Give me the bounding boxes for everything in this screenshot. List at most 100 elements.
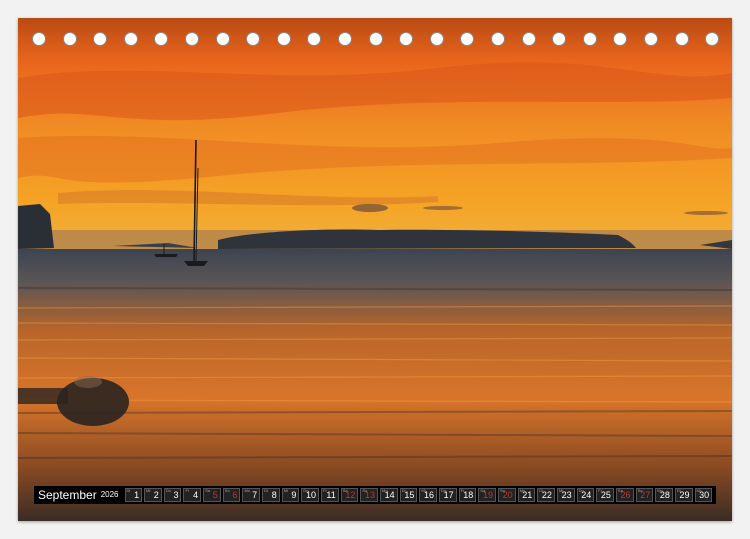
binding-hole	[368, 32, 383, 46]
binding-hole	[62, 32, 77, 46]
day-cell: Di 22	[537, 488, 555, 502]
weekday-label: Di	[401, 488, 406, 493]
weekday-label: Di	[126, 488, 131, 493]
day-cell: So 13	[360, 488, 379, 502]
weekday-label: So	[499, 488, 505, 493]
day-cell: Mo 14	[380, 488, 398, 502]
day-number: 6	[232, 490, 238, 500]
day-cell: Fr 11	[321, 488, 339, 502]
ring-binding-holes	[18, 32, 732, 48]
weekday-label: Sa	[617, 488, 623, 493]
day-number: 3	[173, 490, 179, 500]
binding-hole	[460, 32, 475, 46]
day-number: 22	[541, 490, 552, 500]
day-cell: Fr 25	[596, 488, 614, 502]
binding-hole	[644, 32, 658, 46]
day-cell: So 6	[222, 488, 241, 502]
day-number: 15	[404, 490, 415, 500]
day-cell: Do 10	[301, 488, 320, 502]
weekday-label: Di	[264, 488, 268, 493]
binding-hole	[429, 32, 444, 46]
day-number: 5	[212, 490, 218, 500]
binding-hole	[276, 32, 291, 46]
year-label: 2026	[100, 490, 119, 499]
weekday-label: Sa	[205, 488, 211, 493]
day-number: 8	[271, 490, 277, 500]
binding-hole	[582, 32, 597, 46]
day-cell: Do 17	[439, 488, 457, 502]
weekday-label: Do	[165, 488, 171, 493]
binding-hole	[521, 32, 536, 46]
day-cell: Mi 2	[144, 488, 162, 502]
binding-hole	[613, 32, 628, 46]
weekday-label: Do	[578, 488, 584, 493]
day-number: 18	[463, 490, 474, 500]
weekday-label: Fr	[460, 488, 465, 493]
day-number: 25	[600, 490, 611, 500]
binding-hole	[552, 32, 567, 46]
day-number: 4	[193, 490, 199, 500]
binding-hole	[32, 32, 46, 46]
day-cell: Mo 28	[655, 488, 673, 502]
day-cell: Sa 5	[203, 488, 221, 502]
weekday-label: Di	[676, 488, 681, 493]
binding-hole	[705, 32, 720, 46]
weekday-label: Mi	[146, 488, 151, 493]
weekday-label: Do	[303, 488, 309, 493]
day-cell: Di 29	[674, 488, 693, 502]
binding-hole	[123, 32, 138, 46]
weekday-label: Mo	[519, 488, 526, 493]
weekday-label: Mo	[244, 488, 250, 493]
binding-hole	[215, 32, 230, 46]
sunset-photo	[18, 18, 732, 521]
day-cell: Mi 30	[694, 488, 713, 502]
day-number: 7	[252, 490, 258, 500]
day-number: 29	[679, 490, 690, 500]
day-cell: Di 1	[124, 488, 143, 502]
binding-hole	[674, 32, 689, 46]
binding-hole	[338, 32, 352, 46]
day-cell: Mi 23	[556, 488, 575, 502]
weekday-label: So	[362, 488, 368, 493]
binding-hole	[93, 32, 108, 46]
day-number: 11	[326, 490, 336, 500]
binding-hole	[246, 32, 261, 46]
day-cell: Sa 12	[340, 488, 359, 502]
weekday-label: Fr	[323, 488, 327, 493]
day-cell: Sa 26	[615, 488, 634, 502]
day-cell: So 27	[635, 488, 654, 502]
weekday-label: Di	[539, 488, 544, 493]
day-cell: Sa 19	[478, 488, 496, 502]
weekday-label: So	[224, 488, 230, 493]
day-cells: Di 1 Mi 2 Do 3 Fr 4 Sa 5 So 6 Mo 7 Di 8 Mi 9 Do 10 Fr 11 Sa 12 S…	[124, 488, 713, 502]
binding-hole	[491, 32, 505, 46]
weekday-label: Fr	[598, 488, 603, 493]
weekday-label: Do	[441, 488, 447, 493]
day-number: 9	[291, 490, 297, 500]
weekday-label: Sa	[342, 488, 348, 493]
calendar-page: September 2026 Di 1 Mi 2 Do 3 Fr 4 Sa 5 So 6 Mo 7 Di 8 M…	[18, 18, 732, 521]
day-cell: Do 24	[576, 488, 595, 502]
weekday-label: Mi	[283, 488, 288, 493]
day-cell: Fr 18	[458, 488, 477, 502]
day-cell: Mo 21	[517, 488, 536, 502]
day-cell: So 20	[497, 488, 516, 502]
month-label: September	[38, 488, 97, 502]
day-cell: Di 15	[399, 488, 418, 502]
binding-hole	[399, 32, 414, 46]
day-cell: Mi 9	[281, 488, 300, 502]
weekday-label: So	[637, 488, 643, 493]
day-number: 2	[153, 490, 159, 500]
weekday-label: Mo	[382, 488, 388, 493]
binding-hole	[154, 32, 169, 46]
weekday-label: Fr	[185, 488, 190, 493]
day-cell: Do 3	[163, 488, 182, 502]
day-cell: Fr 4	[183, 488, 202, 502]
weekday-label: Mi	[558, 488, 564, 493]
binding-hole	[307, 32, 322, 46]
weekday-label: Mi	[696, 488, 701, 493]
weekday-label: Mi	[421, 488, 426, 493]
day-cell: Di 8	[262, 488, 280, 502]
day-cell: Mo 7	[242, 488, 261, 502]
month-calendar-strip: September 2026 Di 1 Mi 2 Do 3 Fr 4 Sa 5 So 6 Mo 7 Di 8 M…	[34, 486, 716, 504]
